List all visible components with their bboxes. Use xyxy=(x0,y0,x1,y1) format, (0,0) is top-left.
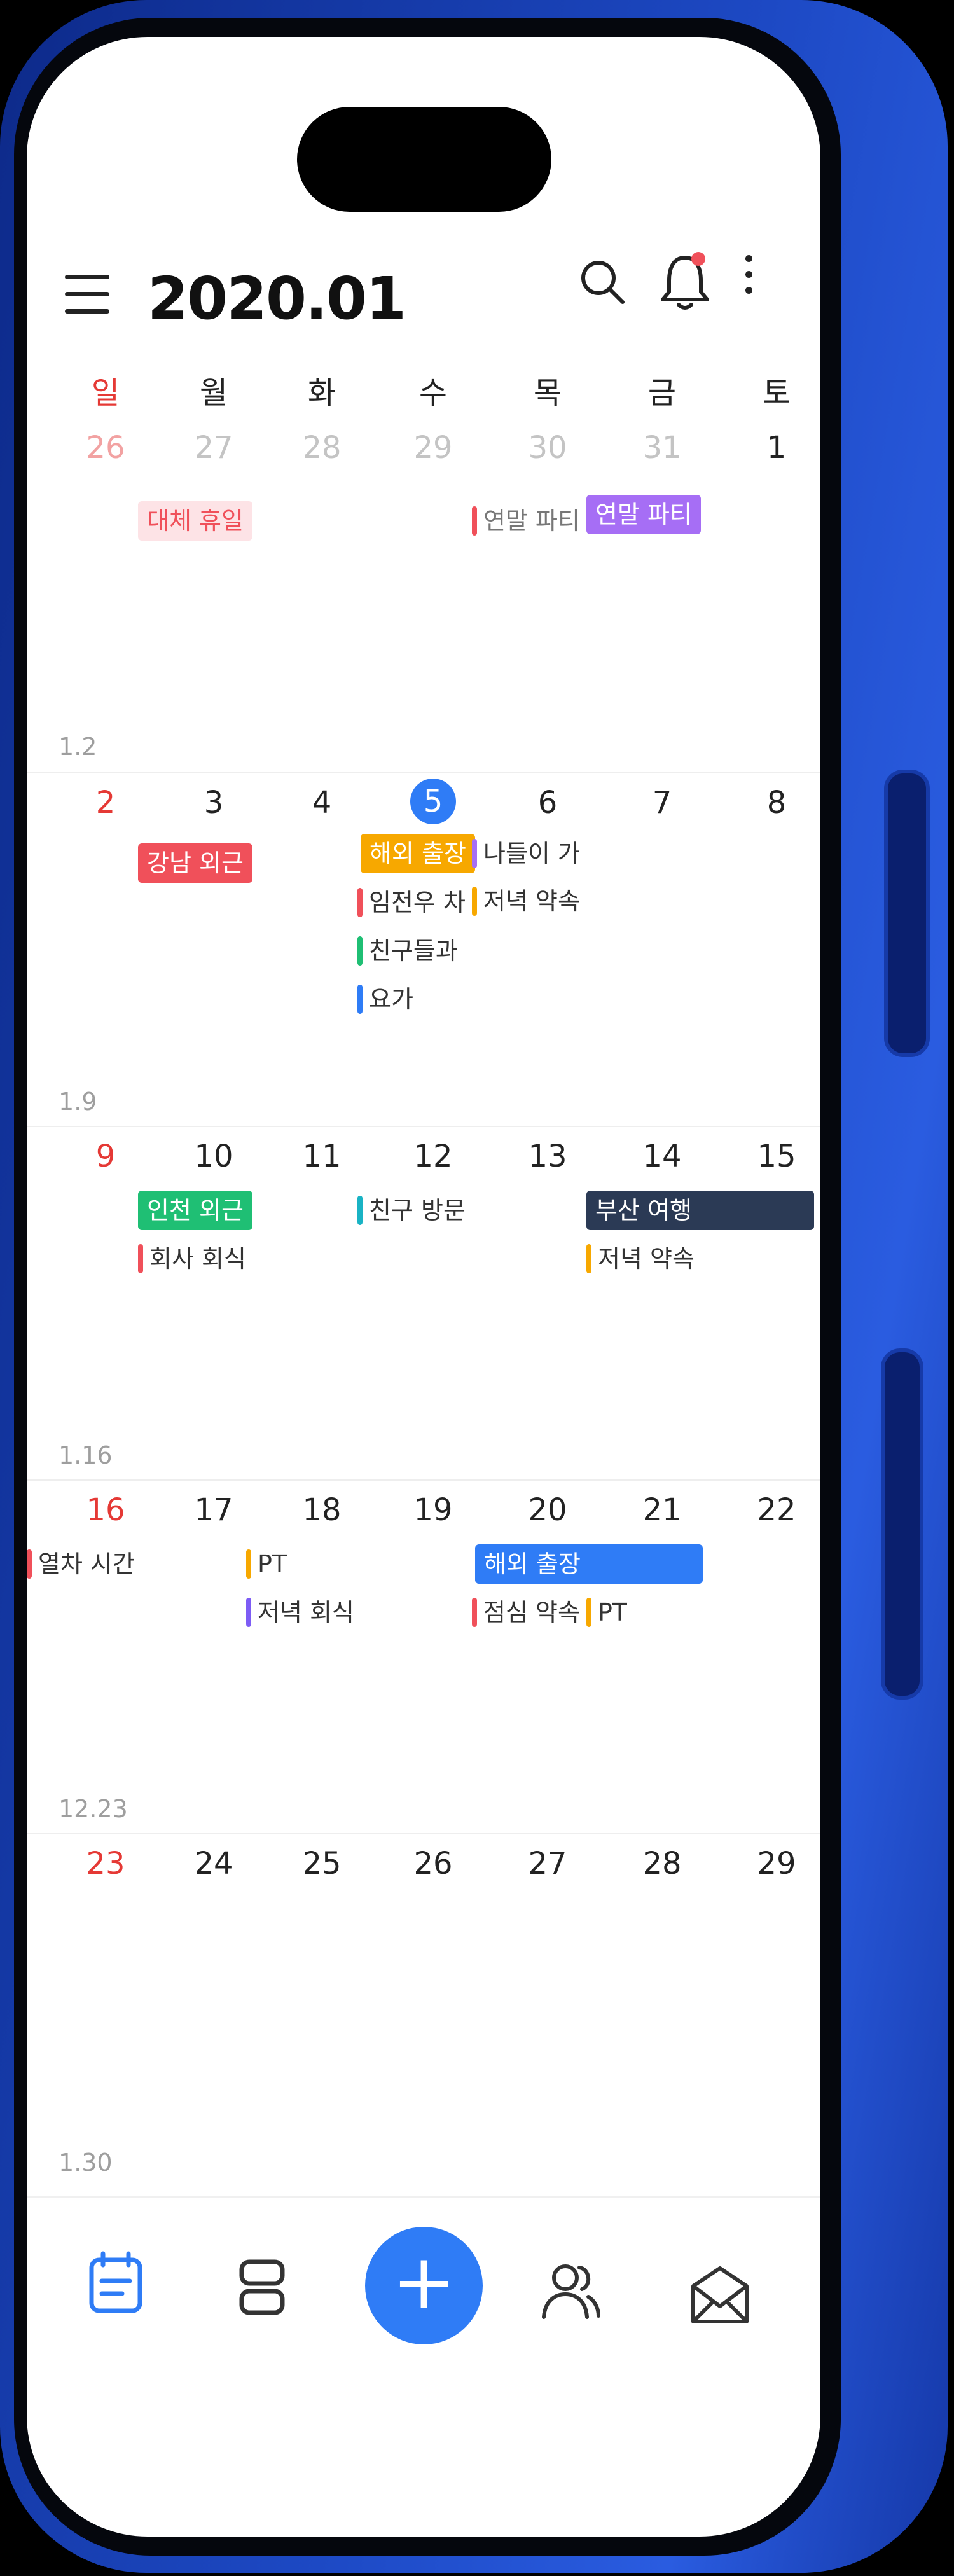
event-bar[interactable]: 점심 약속 xyxy=(472,1593,580,1632)
day-cell[interactable]: 29 xyxy=(720,1846,820,1881)
week-row: 9 10 11 12 13 14 15 인천 외근 회사 회식 친구 방문 부산… xyxy=(27,1126,820,1481)
more-options-icon[interactable] xyxy=(739,250,758,314)
event-bar[interactable]: PT xyxy=(246,1544,287,1584)
day-cell[interactable]: 12 xyxy=(377,1139,490,1174)
day-cell[interactable]: 18 xyxy=(265,1492,378,1528)
day-cell[interactable]: 20 xyxy=(491,1492,604,1528)
weekday-wed: 수 xyxy=(418,375,448,411)
day-cell[interactable]: 1 xyxy=(720,430,820,466)
calendar-icon[interactable] xyxy=(78,2246,154,2322)
week-label: 1.9 xyxy=(59,1088,97,1116)
day-cell[interactable]: 28 xyxy=(265,430,378,466)
event-block[interactable]: 연말 파티 xyxy=(586,495,701,534)
event-bar[interactable]: 회사 회식 xyxy=(138,1239,246,1278)
day-cell[interactable]: 29 xyxy=(377,430,490,466)
screen: 2020.01 일 월 화 수 목 금 토 26 27 28 29 30 31 … xyxy=(27,37,820,2537)
day-cell[interactable]: 27 xyxy=(491,1846,604,1881)
day-cell[interactable]: 22 xyxy=(720,1492,820,1528)
event-block[interactable]: 해외 출장 xyxy=(475,1544,703,1584)
day-cell[interactable]: 10 xyxy=(157,1139,270,1174)
event-bar[interactable]: 저녁 약속 xyxy=(586,1239,695,1278)
event-bar[interactable]: 친구 방문 xyxy=(357,1191,466,1230)
day-cell[interactable]: 28 xyxy=(605,1846,719,1881)
day-cell[interactable]: 25 xyxy=(265,1846,378,1881)
event-block[interactable]: 강남 외근 xyxy=(138,843,252,883)
event-block[interactable]: 인천 외근 xyxy=(138,1191,252,1230)
week-row: 16 17 18 19 20 21 22 열차 시간 PT 저녁 회식 해외 출… xyxy=(27,1479,820,1834)
menu-icon[interactable] xyxy=(65,272,109,317)
day-cell[interactable]: 15 xyxy=(720,1139,820,1174)
side-button xyxy=(881,1348,923,1700)
weekday-sat: 토 xyxy=(762,375,791,411)
day-cell[interactable]: 30 xyxy=(491,430,604,466)
day-cell[interactable]: 13 xyxy=(491,1139,604,1174)
day-cell[interactable]: 26 xyxy=(377,1846,490,1881)
day-cell[interactable]: 24 xyxy=(157,1846,270,1881)
month-title[interactable]: 2020.01 xyxy=(148,265,406,333)
week-row: 26 27 28 29 30 31 1 대체 휴일 연말 파티 연말 파티 1.… xyxy=(27,419,820,772)
day-cell[interactable]: 27 xyxy=(157,430,270,466)
week-label: 1.2 xyxy=(59,733,97,761)
day-cell[interactable]: 14 xyxy=(605,1139,719,1174)
app-header: 2020.01 xyxy=(27,228,820,355)
event-bar[interactable]: 친구들과 xyxy=(357,931,458,971)
day-cell[interactable]: 23 xyxy=(49,1846,162,1881)
day-cell[interactable]: 31 xyxy=(605,430,719,466)
week-row: 23 24 25 26 27 28 29 1.30 xyxy=(27,1833,820,2188)
day-cell[interactable]: 11 xyxy=(265,1139,378,1174)
day-cell[interactable]: 6 xyxy=(491,785,604,821)
day-cell[interactable]: 8 xyxy=(720,785,820,821)
weekday-mon: 월 xyxy=(199,375,228,411)
week-row: 2 3 4 5 6 7 8 강남 외근 해외 출장 나들이 가 저녁 약속 임전… xyxy=(27,772,820,1127)
day-cell[interactable]: 21 xyxy=(605,1492,719,1528)
event-bar[interactable]: PT xyxy=(586,1593,627,1632)
day-cell[interactable]: 16 xyxy=(49,1492,162,1528)
event-block[interactable]: 해외 출장 xyxy=(361,834,475,873)
weekday-fri: 금 xyxy=(647,375,677,411)
list-icon[interactable] xyxy=(224,2249,300,2325)
bottom-tab-bar: + xyxy=(27,2196,820,2408)
week-label: 1.16 xyxy=(59,1441,113,1469)
event-holiday[interactable]: 대체 휴일 xyxy=(138,501,252,541)
add-event-button[interactable]: + xyxy=(365,2227,483,2344)
event-bar[interactable]: 임전우 차 xyxy=(357,883,466,922)
event-bar[interactable]: 저녁 약속 xyxy=(472,882,580,921)
week-label: 1.30 xyxy=(59,2149,113,2177)
event-block[interactable]: 부산 여행 xyxy=(586,1191,814,1230)
event-bar[interactable]: 열차 시간 xyxy=(27,1544,135,1584)
day-cell[interactable]: 9 xyxy=(49,1139,162,1174)
event-bar[interactable]: 요가 xyxy=(357,980,413,1019)
power-button xyxy=(884,770,930,1057)
phone-mockup: 2020.01 일 월 화 수 목 금 토 26 27 28 29 30 31 … xyxy=(0,0,954,2576)
day-cell[interactable]: 17 xyxy=(157,1492,270,1528)
day-cell[interactable]: 19 xyxy=(377,1492,490,1528)
day-cell[interactable]: 4 xyxy=(265,785,378,821)
weekday-header: 일 월 화 수 목 금 토 xyxy=(27,368,820,419)
day-cell[interactable]: 3 xyxy=(157,785,270,821)
event-bar[interactable]: 저녁 회식 xyxy=(246,1593,354,1632)
event-bar[interactable]: 나들이 가 xyxy=(472,834,580,873)
people-icon[interactable] xyxy=(532,2252,609,2329)
week-label: 12.23 xyxy=(59,1795,128,1823)
day-cell[interactable]: 26 xyxy=(49,430,162,466)
notification-bell-icon[interactable] xyxy=(656,250,714,314)
dynamic-island xyxy=(297,107,551,212)
day-cell[interactable]: 7 xyxy=(605,785,719,821)
day-cell[interactable]: 2 xyxy=(49,785,162,821)
weekday-thu: 목 xyxy=(533,375,562,411)
mail-icon[interactable] xyxy=(682,2255,758,2332)
weekday-tue: 화 xyxy=(307,375,336,411)
event-bar[interactable]: 연말 파티 xyxy=(472,501,580,541)
today-marker[interactable]: 5 xyxy=(410,779,456,824)
weekday-sun: 일 xyxy=(91,375,120,411)
search-icon[interactable] xyxy=(577,256,628,307)
